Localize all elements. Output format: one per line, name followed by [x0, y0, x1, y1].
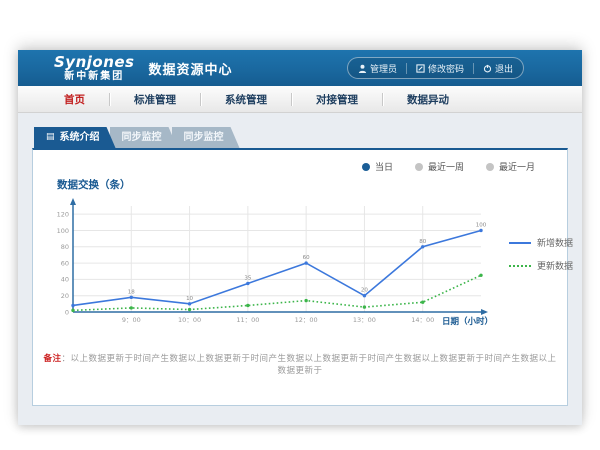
svg-text:18: 18 — [128, 289, 135, 295]
current-user-button[interactable]: 管理员 — [358, 62, 397, 75]
svg-text:80: 80 — [61, 243, 69, 251]
svg-text:9：00: 9：00 — [122, 316, 141, 324]
nav-item-interface-mgmt[interactable]: 对接管理 — [292, 92, 382, 107]
svg-text:日期（小时）: 日期（小时） — [442, 316, 493, 327]
chart-legend: 新增数据 更新数据 — [509, 236, 573, 334]
divider — [406, 63, 407, 74]
tab-sync-monitor-1[interactable]: 同步监控 — [110, 127, 178, 148]
legend-label: 更新数据 — [537, 259, 573, 272]
svg-text:100: 100 — [476, 222, 487, 228]
page-title: 数据资源中心 — [149, 59, 233, 78]
edit-icon — [416, 64, 425, 73]
svg-text:60: 60 — [61, 259, 69, 267]
nav-item-system-mgmt[interactable]: 系统管理 — [201, 92, 291, 107]
tab-system-intro[interactable]: ▤ 系统介绍 — [34, 127, 116, 148]
change-password-label: 修改密码 — [428, 62, 464, 75]
tab-bar: ▤ 系统介绍 同步监控 同步监控 — [34, 127, 568, 148]
note-prefix: 备注 — [43, 354, 61, 364]
svg-text:10: 10 — [186, 296, 193, 302]
radio-today[interactable]: 当日 — [362, 160, 393, 173]
svg-text:80: 80 — [419, 239, 426, 245]
radio-label: 最近一周 — [428, 160, 464, 173]
legend-item-updated-data: 更新数据 — [509, 259, 573, 272]
radio-last-month[interactable]: 最近一月 — [486, 160, 535, 173]
svg-text:14：00: 14：00 — [411, 316, 434, 324]
power-icon — [483, 64, 492, 73]
page: { "header": { "logo_line1": "Synjones", … — [0, 0, 600, 450]
green-dotted-line-icon — [509, 265, 531, 267]
radio-dot-icon — [486, 163, 494, 171]
chart-row: 9：00 10：00 11：00 12：00 13：00 14：00 0 20 40 60 80 10… — [43, 194, 557, 334]
chart-y-axis-title: 数据交换（条） — [57, 177, 557, 192]
period-filter-group: 当日 最近一周 最近一月 — [43, 160, 535, 173]
tab-sync-monitor-2[interactable]: 同步监控 — [172, 127, 240, 148]
radio-label: 当日 — [375, 160, 393, 173]
svg-text:40: 40 — [61, 276, 69, 284]
divider — [473, 63, 474, 74]
nav-item-standard-mgmt[interactable]: 标准管理 — [110, 92, 200, 107]
chart-panel: 当日 最近一周 最近一月 数据交换（条） 9：00 10：00 11：00 12：00… — [32, 148, 568, 406]
svg-text:20: 20 — [61, 292, 69, 300]
content-area: ▤ 系统介绍 同步监控 同步监控 当日 最近一周 — [18, 113, 582, 406]
blue-line-icon — [509, 242, 531, 244]
legend-item-new-data: 新增数据 — [509, 236, 573, 249]
logout-button[interactable]: 退出 — [483, 62, 513, 75]
svg-text:120: 120 — [57, 210, 69, 218]
radio-last-week[interactable]: 最近一周 — [415, 160, 464, 173]
radio-label: 最近一月 — [499, 160, 535, 173]
svg-text:12：00: 12：00 — [295, 316, 318, 324]
change-password-button[interactable]: 修改密码 — [416, 62, 464, 75]
browser-window: Synjones 新中新集团 数据资源中心 管理员 修改密码 退出 首页 标准管… — [18, 50, 582, 425]
main-nav: 首页 标准管理 系统管理 对接管理 数据异动 — [18, 86, 582, 113]
svg-text:0: 0 — [65, 308, 69, 316]
footer-note: 备注：以上数据更新于时间产生数据以上数据更新于时间产生数据以上数据更新于时间产生… — [43, 352, 557, 376]
company-logo: Synjones 新中新集团 — [54, 55, 135, 82]
nav-item-home[interactable]: 首页 — [40, 92, 109, 107]
svg-text:100: 100 — [57, 227, 69, 235]
tab-label: 系统介绍 — [60, 127, 100, 148]
legend-label: 新增数据 — [537, 236, 573, 249]
svg-text:60: 60 — [303, 255, 310, 261]
app-header: Synjones 新中新集团 数据资源中心 管理员 修改密码 退出 — [18, 50, 582, 86]
line-chart: 9：00 10：00 11：00 12：00 13：00 14：00 0 20 40 60 80 10… — [43, 194, 495, 334]
radio-dot-icon — [415, 163, 423, 171]
svg-text:11：00: 11：00 — [236, 316, 259, 324]
svg-text:20: 20 — [361, 288, 368, 294]
radio-dot-icon — [362, 163, 370, 171]
note-text: ：以上数据更新于时间产生数据以上数据更新于时间产生数据以上数据更新于时间产生数据… — [62, 354, 557, 376]
logo-text-cn: 新中新集团 — [54, 72, 135, 82]
logout-label: 退出 — [495, 62, 513, 75]
document-icon: ▤ — [46, 133, 55, 142]
user-icon — [358, 64, 367, 73]
svg-text:10：00: 10：00 — [178, 316, 201, 324]
tab-label: 同步监控 — [184, 127, 224, 148]
svg-text:35: 35 — [244, 275, 251, 281]
logo-text-en: Synjones — [54, 55, 135, 70]
svg-text:13：00: 13：00 — [353, 316, 376, 324]
current-user-label: 管理员 — [370, 62, 397, 75]
tab-label: 同步监控 — [122, 127, 162, 148]
user-toolbar: 管理员 修改密码 退出 — [347, 57, 524, 79]
nav-item-data-change[interactable]: 数据异动 — [383, 92, 473, 107]
